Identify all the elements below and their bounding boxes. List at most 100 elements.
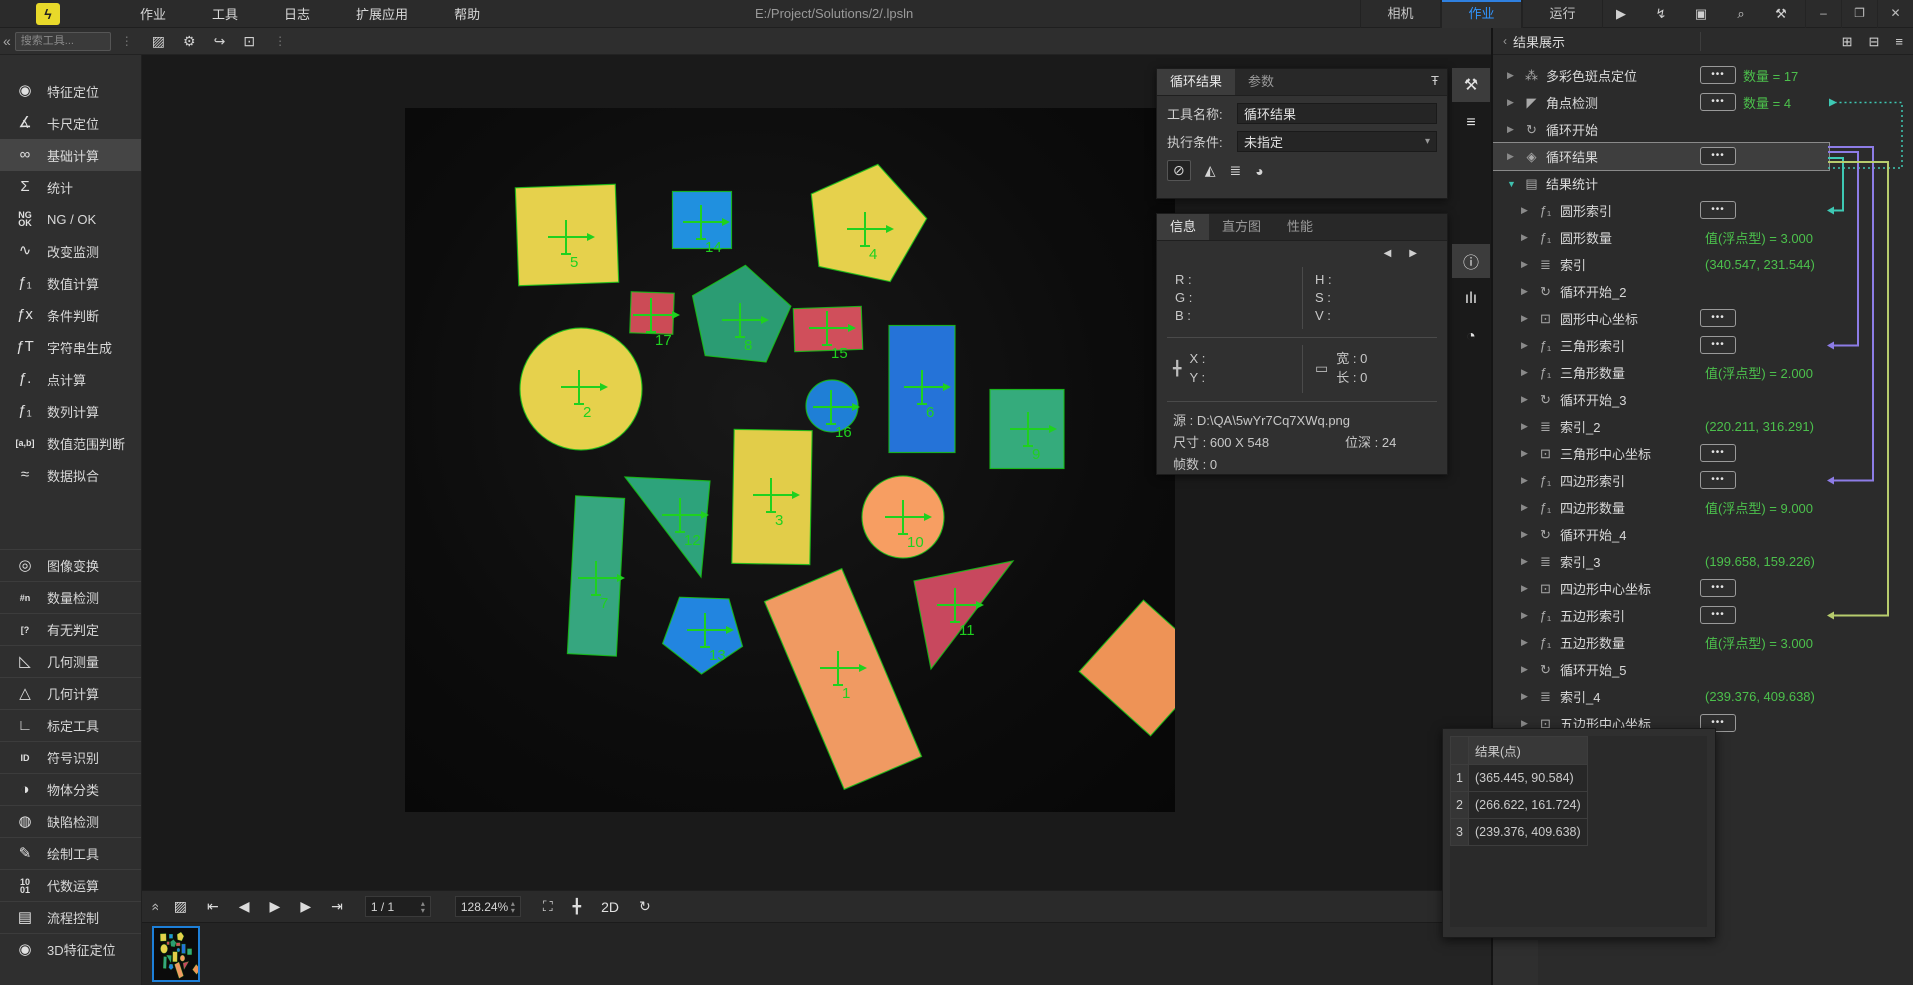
inspection-image[interactable]: 1234567891011121314151617 [405, 108, 1175, 812]
chevron-right-icon[interactable]: ▶ [1521, 691, 1531, 702]
tree-item-角点检测[interactable]: ▶◤角点检测•••数量 = 4 [1493, 89, 1913, 116]
chevron-right-icon[interactable]: ▶ [1521, 367, 1531, 378]
popup-row[interactable]: 2(266.622, 161.724) [1451, 792, 1588, 819]
sidebar-item-symbol-recognition[interactable]: ID符号识别 [0, 741, 141, 773]
chevron-right-icon[interactable]: ▶ [1521, 340, 1531, 351]
ellipsis-button[interactable]: ••• [1700, 147, 1736, 165]
sidebar-item-sigma[interactable]: Σ统计 [0, 171, 141, 203]
frame-thumbnail[interactable] [152, 926, 200, 982]
quick-run-icon[interactable]: ↯ [1652, 6, 1670, 22]
chevron-right-icon[interactable]: ▶ [1521, 664, 1531, 675]
sidebar-item-ng-ok[interactable]: NG OKNG / OK [0, 203, 141, 235]
list-icon[interactable]: ≣ [1230, 162, 1242, 179]
sidebar-item-count-detect[interactable]: #n数量检测 [0, 581, 141, 613]
tree-item-循环开始_5[interactable]: ▶↻循环开始_5 [1493, 656, 1913, 683]
ellipsis-button[interactable]: ••• [1700, 336, 1736, 354]
sidebar-item-calibration-tool[interactable]: ∟标定工具 [0, 709, 141, 741]
tree-item-循环结果[interactable]: ▶◈循环结果••• [1493, 143, 1829, 170]
popup-row[interactable]: 1(365.445, 90.584) [1451, 765, 1588, 792]
palette-icon[interactable]: ◕ [1255, 163, 1263, 179]
ellipsis-button[interactable]: ••• [1700, 579, 1736, 597]
tree-item-多彩色斑点定位[interactable]: ▶⁂多彩色斑点定位•••数量 = 17 [1493, 62, 1913, 89]
chevron-right-icon[interactable]: ▶ [1521, 583, 1531, 594]
sidebar-item-condition-judge[interactable]: ƒx条件判断 [0, 299, 141, 331]
sidebar-item-caliper[interactable]: ∡卡尺定位 [0, 107, 141, 139]
image-list-icon[interactable]: ▨ [174, 898, 187, 915]
fullscreen-icon[interactable]: ⛶ [543, 898, 553, 915]
tab-histogram[interactable]: 直方图 [1209, 214, 1274, 240]
tree-item-五边形索引[interactable]: ▶ƒ₁五边形索引••• [1493, 602, 1913, 629]
frame-counter-input[interactable]: 1 / 1 ▴▾ [365, 896, 431, 917]
center-view-icon[interactable]: ╋ [573, 898, 581, 915]
tree-item-循环开始[interactable]: ▶↻循环开始 [1493, 116, 1913, 143]
tree-item-循环开始_4[interactable]: ▶↻循环开始_4 [1493, 521, 1913, 548]
tree-item-四边形数量[interactable]: ▶ƒ₁四边形数量值(浮点型) = 9.000 [1493, 494, 1913, 521]
sidebar-item-algebra[interactable]: 10 01代数运算 [0, 869, 141, 901]
collapse-sidebar-icon[interactable]: « [3, 33, 11, 49]
menu-icon[interactable]: ≡ [1895, 34, 1903, 49]
sidebar-item-geometry-measure[interactable]: ◺几何测量 [0, 645, 141, 677]
collapse-panel-icon[interactable]: ‹ [1503, 34, 1507, 48]
tab-job[interactable]: 作业 [1441, 0, 1522, 28]
tree-item-三角形数量[interactable]: ▶ƒ₁三角形数量值(浮点型) = 2.000 [1493, 359, 1913, 386]
tree-item-四边形中心坐标[interactable]: ▶⊡四边形中心坐标••• [1493, 575, 1913, 602]
tab-run[interactable]: 运行 [1522, 0, 1603, 28]
tree-item-四边形索引[interactable]: ▶ƒ₁四边形索引••• [1493, 467, 1913, 494]
tree-item-三角形索引[interactable]: ▶ƒ₁三角形索引••• [1493, 332, 1913, 359]
ellipsis-button[interactable]: ••• [1700, 309, 1736, 327]
sidebar-item-geometry-calc[interactable]: △几何计算 [0, 677, 141, 709]
chevron-right-icon[interactable]: ▶ [1521, 232, 1531, 243]
histogram-icon[interactable]: ılı [1452, 282, 1490, 316]
ellipsis-button[interactable]: ••• [1700, 93, 1736, 111]
menu-job[interactable]: 作业 [140, 4, 166, 23]
page-arrows[interactable]: ◀▶ [1384, 248, 1435, 259]
tab-camera[interactable]: 相机 [1360, 0, 1441, 28]
ellipsis-button[interactable]: ••• [1700, 201, 1736, 219]
pin-panel-icon[interactable]: Ŧ [1431, 73, 1439, 88]
sidebar-item-defect-detect[interactable]: ◍缺陷检测 [0, 805, 141, 837]
collapse-playbar-icon[interactable]: » [146, 903, 162, 911]
last-frame-icon[interactable]: ⇥ [331, 898, 343, 915]
sidebar-item-flow-control[interactable]: ▤流程控制 [0, 901, 141, 933]
chevron-right-icon[interactable]: ▶ [1521, 502, 1531, 513]
tab-loop-result[interactable]: 循环结果 [1157, 69, 1235, 95]
exec-condition-select[interactable]: 未指定 ▾ [1237, 131, 1437, 152]
tree-view-icon[interactable]: ⊟ [1869, 34, 1880, 50]
view-mode-2d[interactable]: 2D [601, 899, 619, 915]
zoom-level-input[interactable]: 128.24% ▴▾ [455, 896, 521, 917]
ellipsis-button[interactable]: ••• [1700, 66, 1736, 84]
export-icon[interactable]: ↪ [214, 33, 226, 50]
image-source-icon[interactable]: ▨ [152, 33, 165, 50]
menu-extensions[interactable]: 扩展应用 [356, 4, 408, 23]
sidebar-item-object-classify[interactable]: ◑物体分类 [0, 773, 141, 805]
chevron-right-icon[interactable]: ▶ [1521, 448, 1531, 459]
search-icon[interactable]: ⌕ [1732, 6, 1750, 22]
sidebar-item-infinity[interactable]: ∞基础计算 [0, 139, 141, 171]
loop-playback-icon[interactable]: ↻ [639, 898, 651, 915]
tree-item-索引[interactable]: ▶≣索引(340.547, 231.544) [1493, 251, 1913, 278]
chevron-right-icon[interactable]: ▶ [1521, 529, 1531, 540]
chevron-right-icon[interactable]: ▶ [1521, 556, 1531, 567]
chevron-down-icon[interactable]: ▼ [1507, 179, 1517, 189]
chevron-right-icon[interactable]: ▶ [1521, 205, 1531, 216]
chevron-right-icon[interactable]: ▶ [1507, 97, 1517, 108]
save-run-icon[interactable]: ▣ [1692, 6, 1710, 22]
tab-info[interactable]: 信息 [1157, 214, 1209, 240]
add-folder-icon[interactable]: ⊞ [1842, 34, 1853, 50]
tab-performance[interactable]: 性能 [1274, 214, 1326, 240]
settings-gear-icon[interactable]: ⚙ [183, 33, 196, 50]
tab-parameters[interactable]: 参数 [1235, 69, 1287, 95]
save-icon[interactable]: ⊡ [243, 33, 255, 50]
sidebar-item-location-pin[interactable]: ◉特征定位 [0, 75, 141, 107]
sidebar-item-feature-3d[interactable]: ◉3D特征定位 [0, 933, 141, 965]
spinner-arrows-icon[interactable]: ▴▾ [421, 900, 425, 914]
sliders-icon[interactable]: ≡ [1452, 106, 1490, 140]
gauge-icon[interactable]: ◔ [1452, 320, 1490, 354]
chevron-right-icon[interactable]: ▶ [1521, 475, 1531, 486]
first-frame-icon[interactable]: ⇤ [207, 898, 219, 915]
next-frame-icon[interactable]: ▶ [300, 898, 311, 915]
info-icon[interactable]: ⓘ [1452, 244, 1490, 278]
tree-item-圆形数量[interactable]: ▶ƒ₁圆形数量值(浮点型) = 3.000 [1493, 224, 1913, 251]
chevron-right-icon[interactable]: ▶ [1507, 124, 1517, 135]
minimize-button[interactable]: – [1805, 0, 1841, 28]
